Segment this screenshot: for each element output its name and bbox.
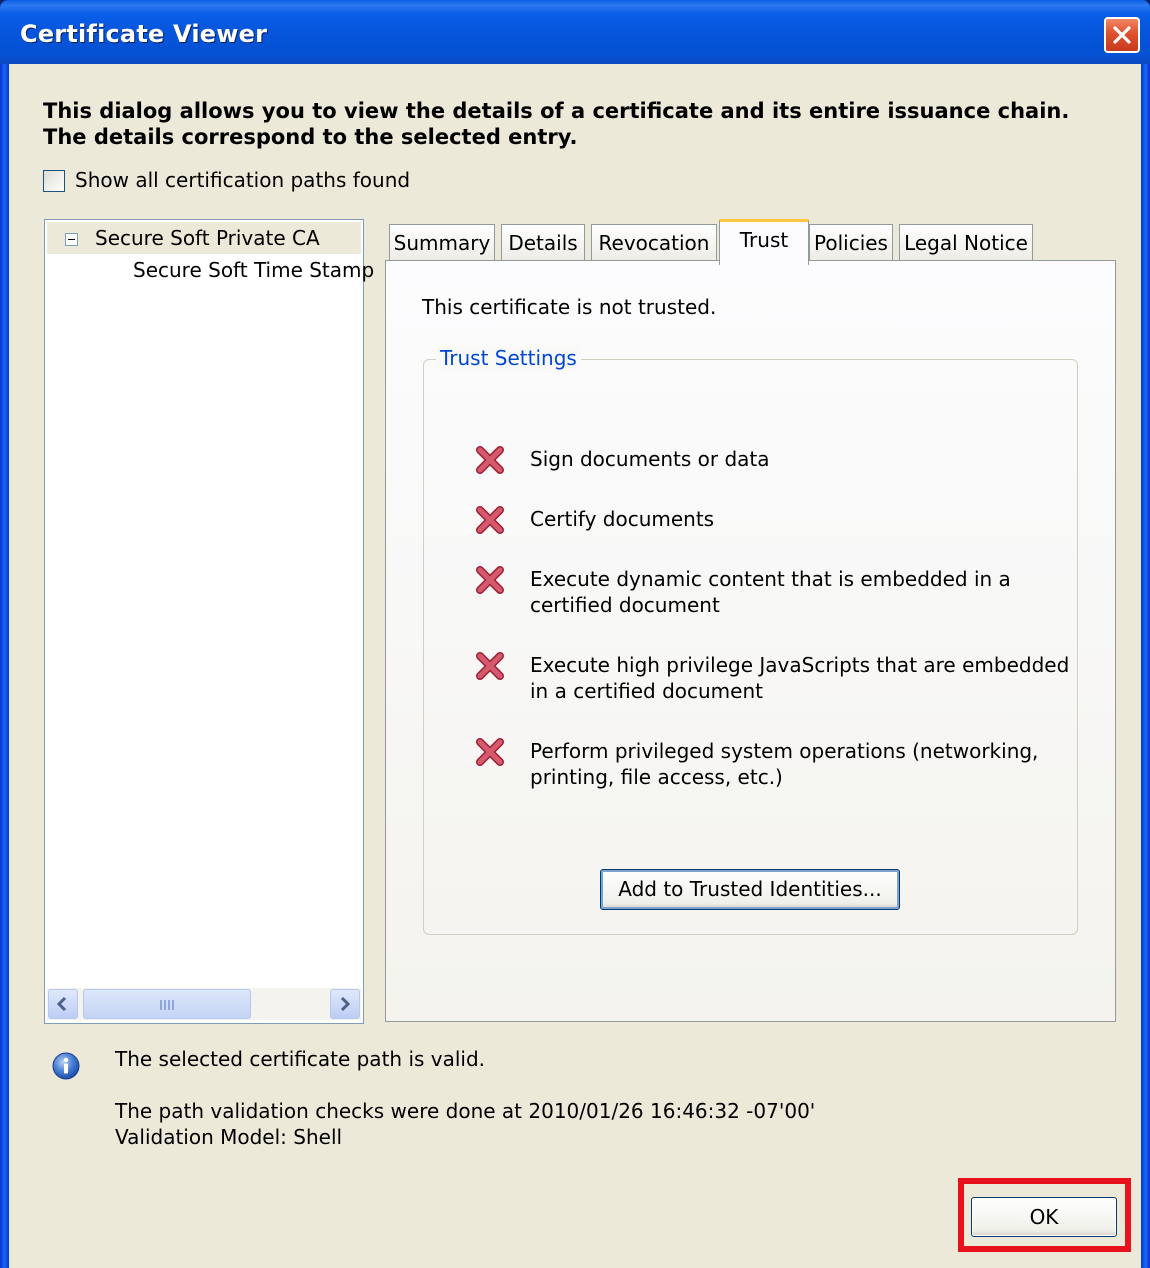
show-all-paths-checkbox[interactable] (43, 170, 65, 192)
certificate-tree[interactable]: Secure Soft Private CA Secure Soft Time … (44, 219, 374, 1024)
close-icon (1113, 26, 1131, 44)
red-x-icon (476, 446, 504, 474)
add-to-trusted-identities-button[interactable]: Add to Trusted Identities... (600, 869, 900, 910)
certificate-viewer-window: Certificate Viewer This dialog allows yo… (0, 0, 1150, 1268)
permission-label: Sign documents or data (530, 447, 770, 471)
scroll-left-button[interactable] (48, 989, 78, 1019)
ok-button[interactable]: OK (971, 1197, 1117, 1237)
window-border-right (1141, 64, 1150, 1268)
dialog-body: This dialog allows you to view the detai… (9, 64, 1141, 1268)
red-x-icon (476, 506, 504, 534)
tree-item-secure-soft-private-ca[interactable]: Secure Soft Private CA (47, 222, 361, 254)
window-title: Certificate Viewer (20, 20, 268, 48)
permission-label: Execute dynamic content that is embedded… (530, 567, 1011, 617)
red-x-icon (476, 652, 504, 680)
show-all-paths-label[interactable]: Show all certification paths found (75, 168, 410, 192)
title-bar[interactable]: Certificate Viewer (0, 0, 1150, 64)
validation-details: The path validation checks were done at … (115, 1098, 815, 1150)
validation-time-text: The path validation checks were done at … (115, 1099, 816, 1123)
trust-settings-group: Trust Settings Sign documents or data Ce… (423, 346, 1078, 935)
trust-settings-title: Trust Settings (436, 346, 581, 370)
scroll-thumb[interactable] (83, 989, 251, 1019)
permission-label: Perform privileged system operations (ne… (530, 739, 1039, 789)
trust-tab-panel: This certificate is not trusted. Trust S… (385, 260, 1116, 1022)
validation-model-text: Validation Model: Shell (115, 1125, 343, 1149)
trust-status-text: This certificate is not trusted. (422, 295, 717, 319)
collapse-icon[interactable] (65, 233, 78, 246)
window-border-left (0, 64, 9, 1268)
tree-item-secure-soft-time-stamp[interactable]: Secure Soft Time Stamp (133, 258, 374, 282)
intro-text: This dialog allows you to view the detai… (43, 99, 1070, 149)
tab-trust[interactable]: Trust (719, 219, 809, 265)
tab-policies[interactable]: Policies (809, 224, 893, 262)
red-x-icon (476, 738, 504, 766)
info-icon (52, 1052, 80, 1080)
chevron-right-icon (340, 996, 351, 1012)
tree-item-label[interactable]: Secure Soft Private CA (95, 226, 320, 250)
tree-horizontal-scrollbar[interactable] (47, 988, 361, 1020)
red-x-icon (476, 566, 504, 594)
permission-label: Certify documents (530, 507, 715, 531)
close-button[interactable] (1104, 17, 1140, 53)
path-valid-text: The selected certificate path is valid. (115, 1047, 486, 1071)
tab-legal-notice[interactable]: Legal Notice (899, 224, 1033, 262)
scroll-right-button[interactable] (330, 989, 360, 1019)
permission-label: Execute high privilege JavaScripts that … (530, 653, 1070, 703)
chevron-left-icon (56, 996, 67, 1012)
tab-revocation[interactable]: Revocation (591, 224, 717, 262)
tab-details[interactable]: Details (501, 224, 585, 262)
tab-summary[interactable]: Summary (389, 224, 495, 262)
